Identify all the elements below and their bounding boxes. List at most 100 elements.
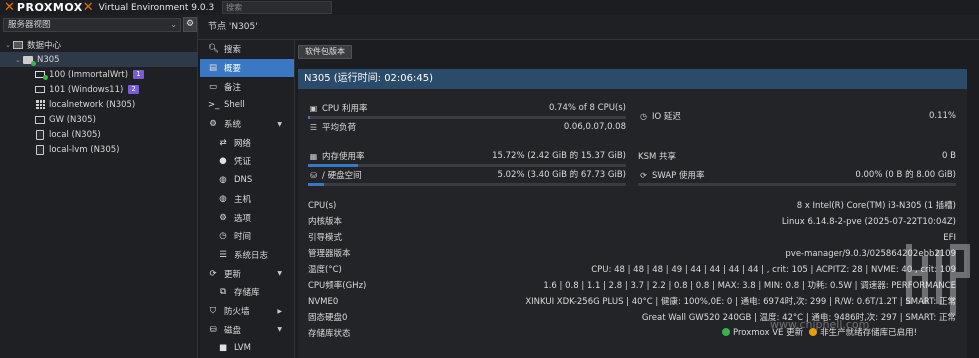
expand-toggle-icon[interactable]: ⌄	[4, 41, 12, 49]
memory-usage-fill	[308, 164, 358, 167]
info-key: 引导模式	[308, 233, 343, 243]
square-icon: ■	[218, 343, 228, 354]
expand-toggle-icon[interactable]: ⌄	[14, 56, 22, 64]
tree-item-label: local-lvm (N305)	[49, 144, 120, 155]
menu-item-options[interactable]: ⚙ 选项	[200, 208, 294, 227]
swap-usage-value: 0.00% (0 B 的 8.00 GiB)	[855, 170, 956, 180]
tree-item-label: N305	[37, 54, 60, 65]
menu-item-disks[interactable]: ⛁ 磁盘 ▼	[200, 320, 294, 339]
menu-item-time[interactable]: ◷ 时间	[200, 227, 294, 246]
menu-item-label: 磁盘	[224, 325, 242, 336]
disk-space-value: 5.02% (3.40 GiB 的 67.73 GiB)	[497, 170, 626, 180]
menu-item-label: 时间	[234, 232, 252, 243]
io-delay-row: ◷ IO 延迟 0.11%	[638, 109, 956, 123]
info-key: 管理器版本	[308, 249, 351, 259]
gear-icon: ⚙	[219, 212, 227, 223]
tag-badge: 1	[133, 70, 144, 79]
info-value: 1.6 | 0.8 | 1.1 | 2.8 | 3.7 | 2.2 | 0.8 …	[543, 281, 956, 291]
menu-item-search[interactable]: 🔍︎ 搜索	[200, 40, 294, 59]
menu-item-label: 主机	[234, 194, 252, 205]
disk-space-row: ⛁ / 硬盘空间 5.02% (3.40 GiB 的 67.73 GiB)	[308, 168, 626, 182]
info-key: NVME0	[308, 297, 339, 307]
proxmox-logo[interactable]: ✕ PROXMOX ✕	[0, 0, 97, 15]
menu-item-label: 系统日志	[234, 250, 269, 261]
menu-item-summary[interactable]: ▤ 概要	[200, 58, 294, 78]
cpu-usage-value: 0.74% of 8 CPU(s)	[548, 103, 626, 113]
disk-space-label: / 硬盘空间	[322, 171, 362, 181]
gear-icon: ⚙	[185, 19, 195, 29]
menu-item-hosts[interactable]: ◍ 主机	[200, 190, 294, 209]
tree-item-label: 101 (Windows11)	[49, 84, 124, 95]
terminal-icon: >_	[208, 100, 220, 111]
info-value: XINKUI XDK-256G PLUS | 40°C | 健康: 100%,0…	[525, 297, 956, 307]
menu-item-system[interactable]: ⚙ 系统 ▼	[200, 115, 294, 134]
cpu-usage-row: ▣ CPU 利用率 0.74% of 8 CPU(s)	[308, 101, 626, 115]
tree-item-vm-101[interactable]: 101 (Windows11) 2	[0, 82, 198, 97]
breadcrumb: 节点 'N305'	[198, 15, 979, 40]
watermark-url: www.chiphell.com	[770, 318, 870, 331]
tree-item-vm-100[interactable]: 100 (ImmortalWrt) 1	[0, 67, 198, 82]
resource-tree: ⌄ 数据中心 ⌄ N305 100 (ImmortalWrt) 1 101 (W…	[0, 37, 198, 157]
proxmox-x-icon: ✕	[4, 0, 15, 15]
repository-icon: ⧉	[219, 287, 227, 298]
watermark-logo-graphic	[906, 244, 970, 314]
info-key: CPU(s)	[308, 201, 337, 211]
node-menu: 🔍︎ 搜索 ▤ 概要 ▭ 备注 >_ Shell ⚙ 系统 ▼ ⇄ 网络 ● 凭证 ◍ DNS ◍…	[200, 40, 295, 358]
global-search-input[interactable]: 搜索	[222, 1, 333, 14]
menu-item-lvm[interactable]: ■ LVM	[200, 339, 294, 358]
caret-right-icon: ▶	[277, 307, 282, 315]
node-online-icon	[22, 55, 36, 66]
disk-space-fill	[308, 183, 324, 186]
tree-item-storage-local[interactable]: local (N305)	[0, 127, 198, 142]
proxmox-x-icon: ✕	[82, 0, 94, 15]
menu-item-dns[interactable]: ◍ DNS	[200, 171, 294, 190]
tree-item-storage-local-lvm[interactable]: local-lvm (N305)	[0, 142, 198, 157]
menu-item-notes[interactable]: ▭ 备注	[200, 77, 294, 96]
memory-usage-value: 15.72% (2.42 GiB 的 15.37 GiB)	[492, 151, 626, 161]
tree-item-storage-gw[interactable]: GW (N305)	[0, 112, 198, 127]
memory-icon: ▦	[309, 151, 318, 161]
refresh-icon: ⟳	[209, 268, 217, 279]
cpu-usage-bar	[308, 116, 626, 119]
vm-icon	[34, 85, 46, 95]
tree-settings-button[interactable]: ⚙	[183, 17, 197, 32]
tag-badge: 2	[128, 85, 139, 94]
globe-icon: ◍	[219, 175, 227, 186]
info-key: 固态硬盘0	[308, 313, 348, 323]
view-selector[interactable]: 服务器视图 ⌄	[3, 18, 181, 32]
tree-item-node[interactable]: ⌄ N305	[0, 52, 198, 67]
logo-text: PROXMOX	[16, 1, 83, 14]
certificate-icon: ●	[219, 156, 227, 167]
refresh-icon: ⟳	[640, 170, 647, 180]
ksm-sharing-label: KSM 共享	[638, 152, 677, 162]
datacenter-icon	[12, 40, 24, 50]
menu-item-label: DNS	[234, 175, 253, 186]
tree-item-localnetwork[interactable]: localnetwork (N305)	[0, 97, 198, 112]
info-row-boot-mode: 引导模式 EFI	[308, 230, 956, 246]
menu-item-shell[interactable]: >_ Shell	[200, 96, 294, 115]
storage-drive-icon	[34, 115, 46, 125]
summary-icon: ▤	[208, 63, 218, 74]
menu-item-firewall[interactable]: ⛉ 防火墙 ▶	[200, 302, 294, 321]
info-key: 存储库状态	[308, 329, 351, 339]
menu-item-label: 防火墙	[224, 306, 250, 317]
info-row-cpu-frequency: CPU频率(GHz) 1.6 | 0.8 | 1.1 | 2.8 | 3.7 | …	[308, 278, 956, 294]
menu-item-label: 选项	[234, 213, 252, 224]
tree-item-datacenter[interactable]: ⌄ 数据中心	[0, 37, 198, 52]
storage-db-icon	[34, 129, 46, 140]
clock-icon: ◷	[640, 111, 647, 121]
info-key: 温度(°C)	[308, 265, 342, 275]
vm-running-icon	[34, 70, 48, 80]
menu-item-label: 存储库	[234, 288, 260, 299]
menu-item-label: 备注	[224, 82, 242, 93]
menu-item-network[interactable]: ⇄ 网络	[200, 133, 294, 152]
package-versions-button[interactable]: 软件包版本	[298, 44, 352, 59]
disk-icon: ⛁	[209, 324, 217, 335]
menu-item-repositories[interactable]: ⧉ 存储库	[200, 283, 294, 302]
menu-item-syslog[interactable]: ☰ 系统日志	[200, 246, 294, 265]
memory-usage-row: ▦ 内存使用率 15.72% (2.42 GiB 的 15.37 GiB)	[308, 149, 626, 163]
menu-item-certificates[interactable]: ● 凭证	[200, 152, 294, 171]
storage-db-icon	[34, 144, 46, 155]
load-average-value: 0.06,0.07,0.08	[563, 122, 626, 132]
menu-item-updates[interactable]: ⟳ 更新 ▼	[200, 264, 294, 283]
